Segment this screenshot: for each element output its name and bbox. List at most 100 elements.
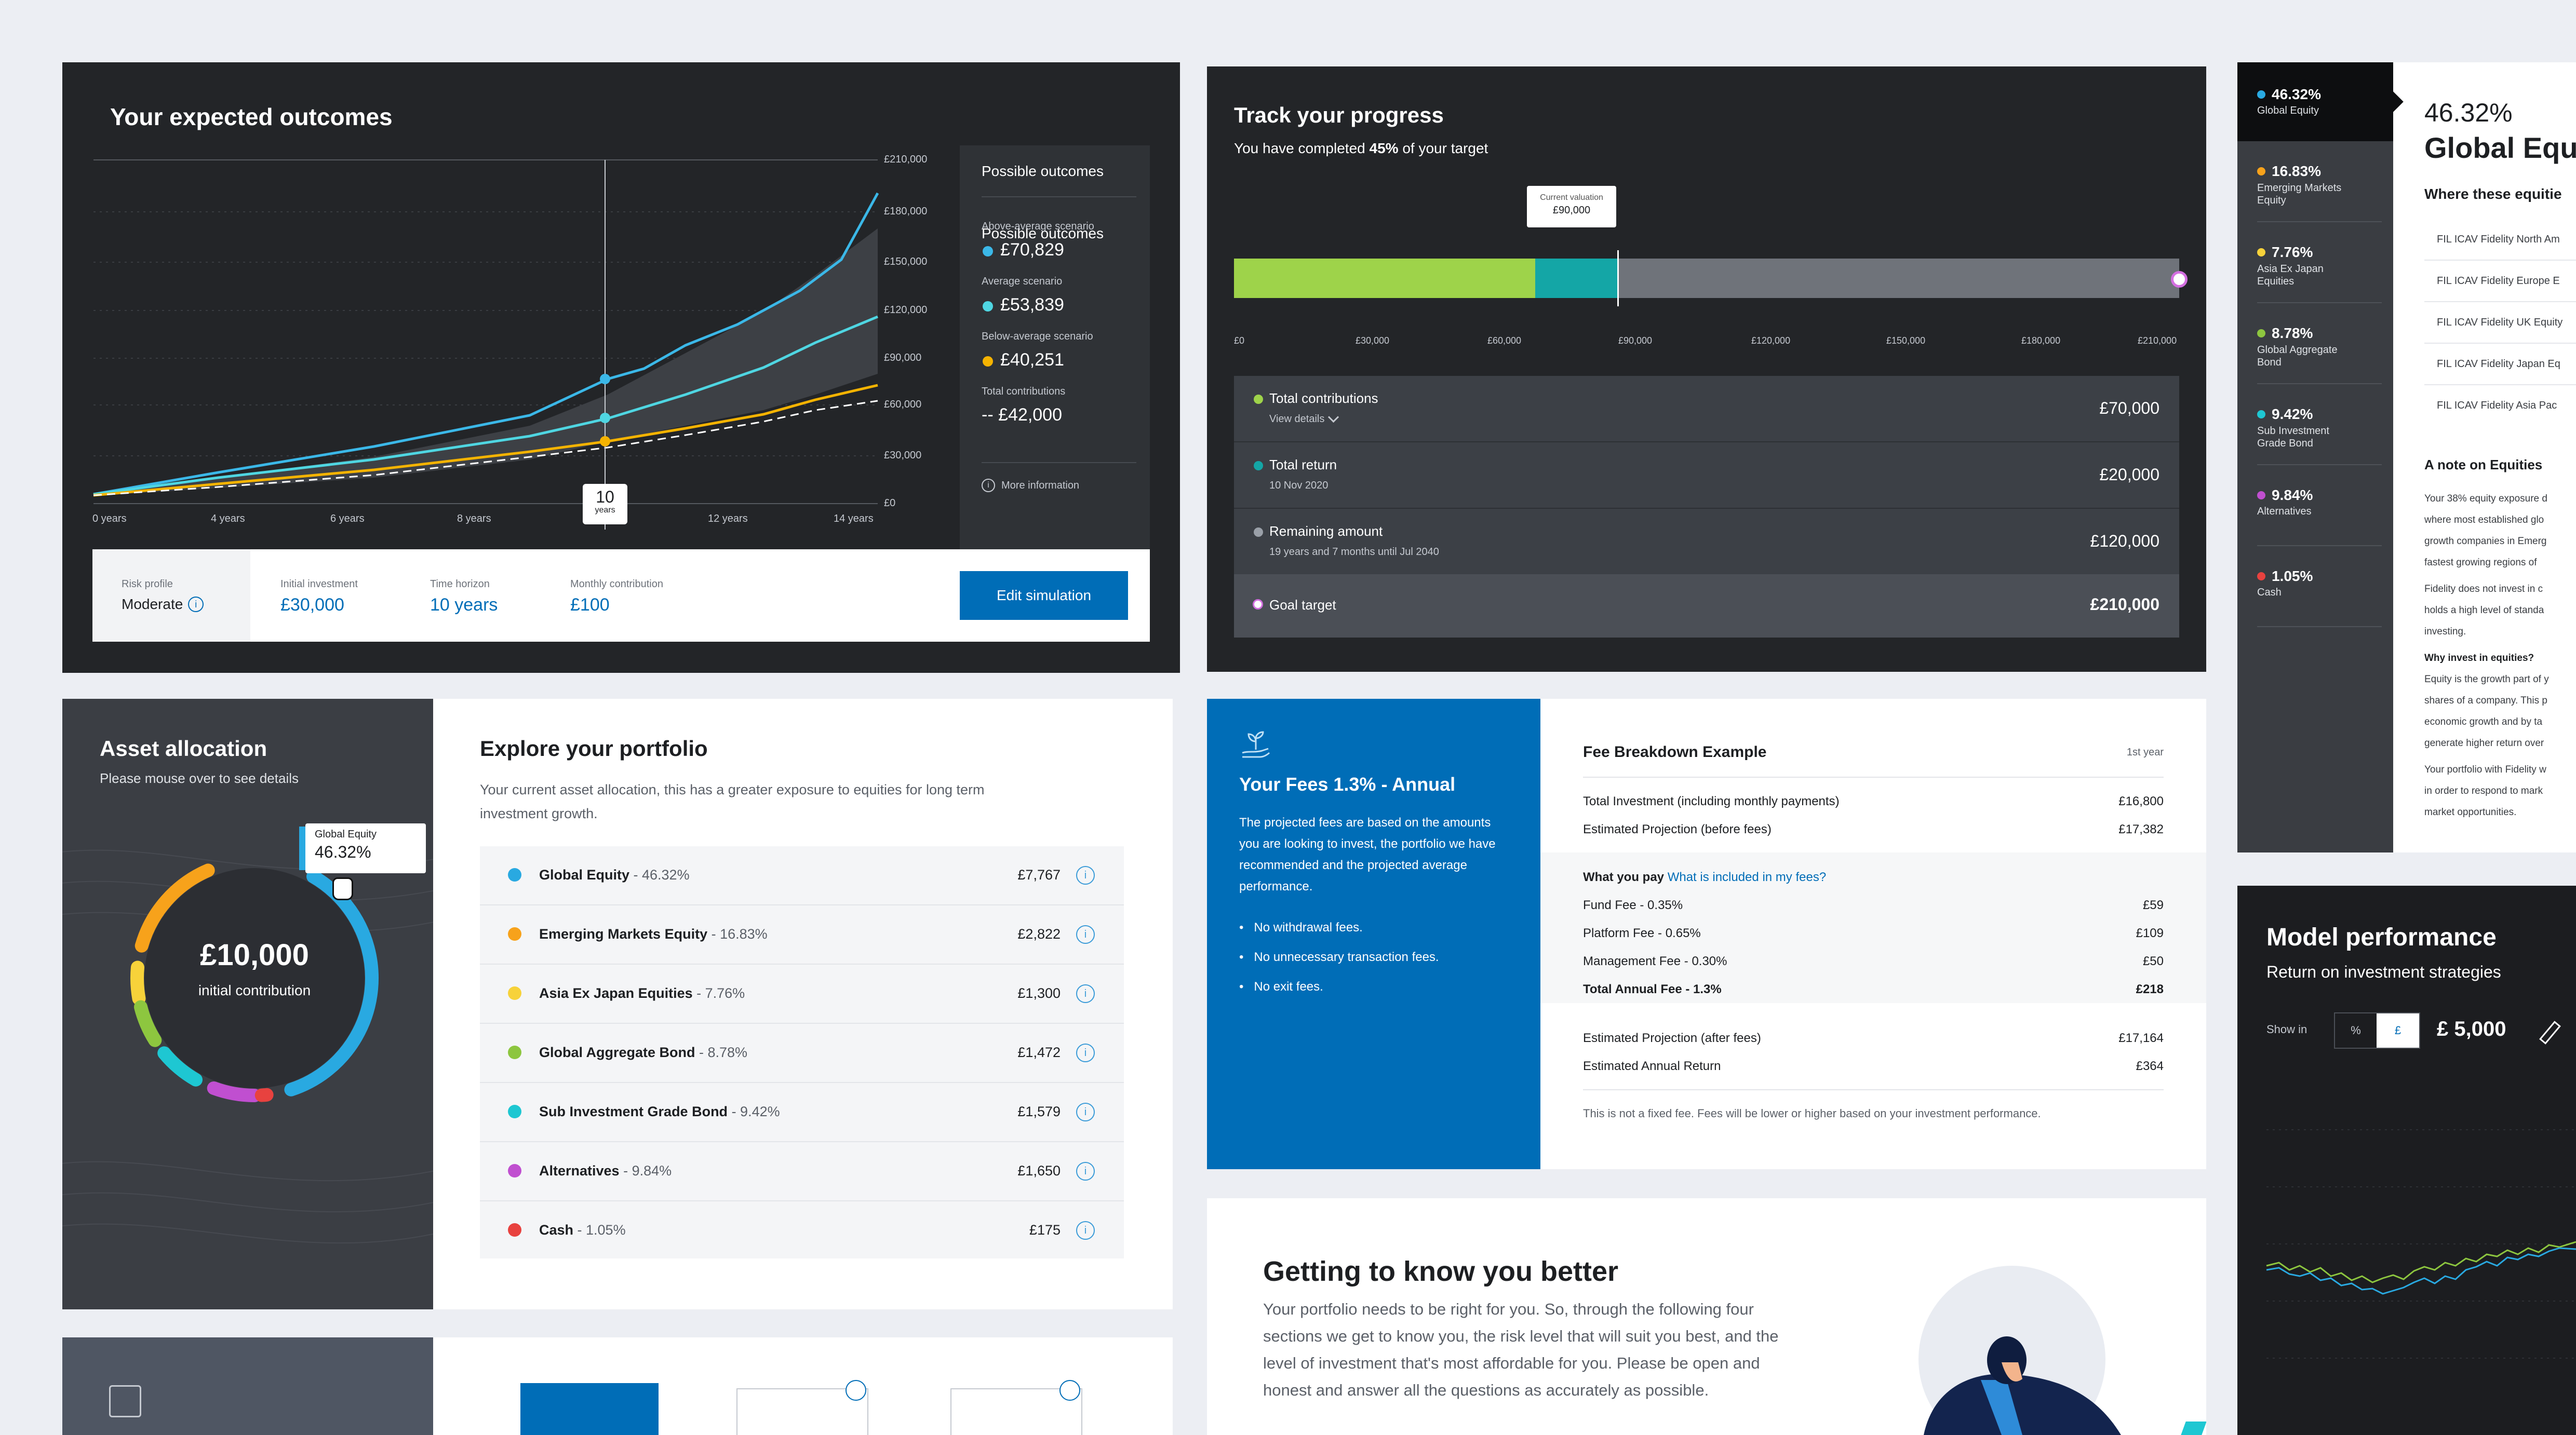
info-icon[interactable]: i [1076, 984, 1095, 1003]
x-tick: 8 years [457, 513, 491, 524]
fee-breakdown-title: Fee Breakdown Example [1583, 743, 1767, 761]
monthly-contribution-value[interactable]: £100 [570, 595, 610, 615]
side-item-pct[interactable]: 8.78% [2272, 325, 2313, 342]
fund-item[interactable]: FIL ICAV Fidelity North Am [2437, 234, 2560, 246]
info-icon: i [982, 479, 995, 492]
divider [1583, 1089, 2164, 1090]
side-item-pct[interactable]: 1.05% [2272, 568, 2313, 585]
download-icon[interactable] [1059, 1380, 1080, 1401]
download-icon[interactable] [846, 1380, 866, 1401]
y-tick: £150,000 [884, 256, 928, 267]
donut-tooltip: Global Equity 46.32% [305, 823, 426, 873]
holding-row[interactable]: Sub Investment Grade Bond - 9.42% £1,579… [480, 1083, 1124, 1142]
holding-pct: - 1.05% [573, 1222, 626, 1238]
edit-pencil-icon[interactable] [2539, 1021, 2561, 1045]
fees-included-link[interactable]: What is included in my fees? [1668, 870, 1826, 884]
time-slider-handle[interactable]: 10 years [583, 484, 627, 524]
selected-card[interactable] [520, 1383, 659, 1435]
fee-bullet: • No exit fees. [1239, 980, 1323, 994]
fee-footnote: This is not a fixed fee. Fees will be lo… [1583, 1107, 2041, 1120]
holding-value: £7,767 [1017, 867, 1061, 883]
fee-row-label: Fund Fee - 0.35% [1583, 898, 1683, 912]
note-line: generate higher return over [2424, 738, 2544, 749]
track-title: Track your progress [1234, 103, 1444, 127]
view-details-toggle[interactable]: View details [1269, 411, 1339, 425]
holding-value: £175 [1029, 1222, 1061, 1238]
holding-row[interactable]: Cash - 1.05% £175 i [480, 1201, 1124, 1258]
subtitle-percent: 45% [1369, 140, 1399, 156]
side-item-name: Alternatives [2257, 506, 2312, 517]
divider [2257, 545, 2382, 546]
info-icon[interactable]: i [1076, 1162, 1095, 1181]
holding-label: Sub Investment Grade Bond - 9.42% [539, 1104, 780, 1120]
side-item-pct[interactable]: 7.76% [2272, 244, 2313, 261]
holding-row[interactable]: Alternatives - 9.84% £1,650 i [480, 1142, 1124, 1201]
what-you-pay-label: What you pay [1583, 870, 1665, 884]
side-item-name: Cash [2257, 587, 2282, 598]
tooltip-accent [299, 827, 305, 870]
note-line: Equity is the growth part of y [2424, 674, 2549, 685]
detail-title: Global Equi [2424, 131, 2576, 164]
holding-name: Cash [539, 1222, 574, 1238]
cash-dot [508, 1223, 521, 1237]
axis-tick: £90,000 [1618, 335, 1653, 346]
unit-toggle: % £ [2334, 1012, 2420, 1049]
holding-value: £1,579 [1017, 1104, 1061, 1119]
row-label: Goal target [1269, 597, 1336, 613]
risk-profile-value-text: Moderate [122, 596, 183, 612]
unit-option-gbp[interactable]: £ [2377, 1013, 2419, 1048]
info-icon[interactable]: i [1076, 1221, 1095, 1240]
fund-item[interactable]: FIL ICAV Fidelity Asia Pac [2437, 400, 2557, 412]
time-horizon-value[interactable]: 10 years [430, 595, 498, 615]
fee-row-label: Estimated Annual Return [1583, 1059, 1721, 1073]
download-calendar-icon[interactable] [109, 1385, 141, 1417]
axis-tick: £30,000 [1356, 335, 1390, 346]
fee-row-value: £17,382 [2118, 822, 2164, 836]
scenario-label: Average scenario [982, 276, 1063, 287]
side-item-pct[interactable]: 9.84% [2272, 487, 2313, 504]
side-item-pct[interactable]: 9.42% [2272, 406, 2313, 423]
side-item-name: Asia Ex Japan Equities [2257, 263, 2324, 287]
fee-row-value: £16,800 [2118, 794, 2164, 808]
info-icon[interactable]: i [1076, 1044, 1095, 1062]
divider [2257, 302, 2382, 303]
allocation-donut[interactable] [109, 833, 400, 1123]
side-item-pct[interactable]: 16.83% [2272, 163, 2321, 180]
unit-option-percent[interactable]: % [2335, 1013, 2377, 1048]
axis-tick: £180,000 [2021, 335, 2061, 346]
holding-row[interactable]: Asia Ex Japan Equities - 7.76% £1,300 i [480, 965, 1124, 1024]
holding-name: Emerging Markets Equity [539, 926, 708, 942]
scenario-label: Above-average scenario [982, 221, 1094, 232]
note-line: Fidelity does not invest in c [2424, 584, 2543, 594]
scenario-value: -- £42,000 [982, 405, 1062, 425]
note-line: investing. [2424, 626, 2466, 637]
info-icon[interactable]: i [1076, 1103, 1095, 1121]
person-illustration [1924, 1336, 2121, 1435]
holding-row[interactable]: Emerging Markets Equity - 16.83% £2,822 … [480, 905, 1124, 965]
info-icon[interactable]: i [1076, 866, 1095, 885]
fund-item[interactable]: FIL ICAV Fidelity UK Equity [2437, 317, 2562, 329]
more-information-link[interactable]: i More information [982, 479, 1079, 492]
holding-row[interactable]: Global Equity - 46.32% £7,767 i [480, 846, 1124, 905]
amount-value[interactable]: £ 5,000 [2437, 1018, 2506, 1041]
contributions-dot [1254, 395, 1263, 404]
info-icon[interactable]: i [1076, 925, 1095, 944]
holding-pct: - 46.32% [629, 867, 690, 883]
initial-investment-value[interactable]: £30,000 [280, 595, 344, 615]
average-dot [983, 301, 993, 312]
holding-row[interactable]: Global Aggregate Bond - 8.78% £1,472 i [480, 1024, 1124, 1083]
time-slider-value: 10 [596, 488, 614, 506]
fee-row-value: £109 [2136, 926, 2164, 940]
note-line: fastest growing regions of [2424, 557, 2537, 568]
initial-investment-label: Initial investment [280, 578, 358, 590]
plant-hand-icon [1239, 730, 1271, 760]
fund-item[interactable]: FIL ICAV Fidelity Europe E [2437, 275, 2560, 287]
holding-label: Alternatives - 9.84% [539, 1163, 672, 1179]
side-item-name: Sub Investment Grade Bond [2257, 425, 2329, 449]
holding-value: £2,822 [1017, 926, 1061, 942]
edit-simulation-button[interactable]: Edit simulation [960, 571, 1128, 620]
side-item-pct[interactable]: 46.32% [2272, 86, 2321, 103]
fund-item[interactable]: FIL ICAV Fidelity Japan Eq [2437, 358, 2560, 370]
note-text: Your 38% equity exposure d where most es… [2424, 488, 2549, 823]
info-icon[interactable]: i [188, 597, 204, 612]
